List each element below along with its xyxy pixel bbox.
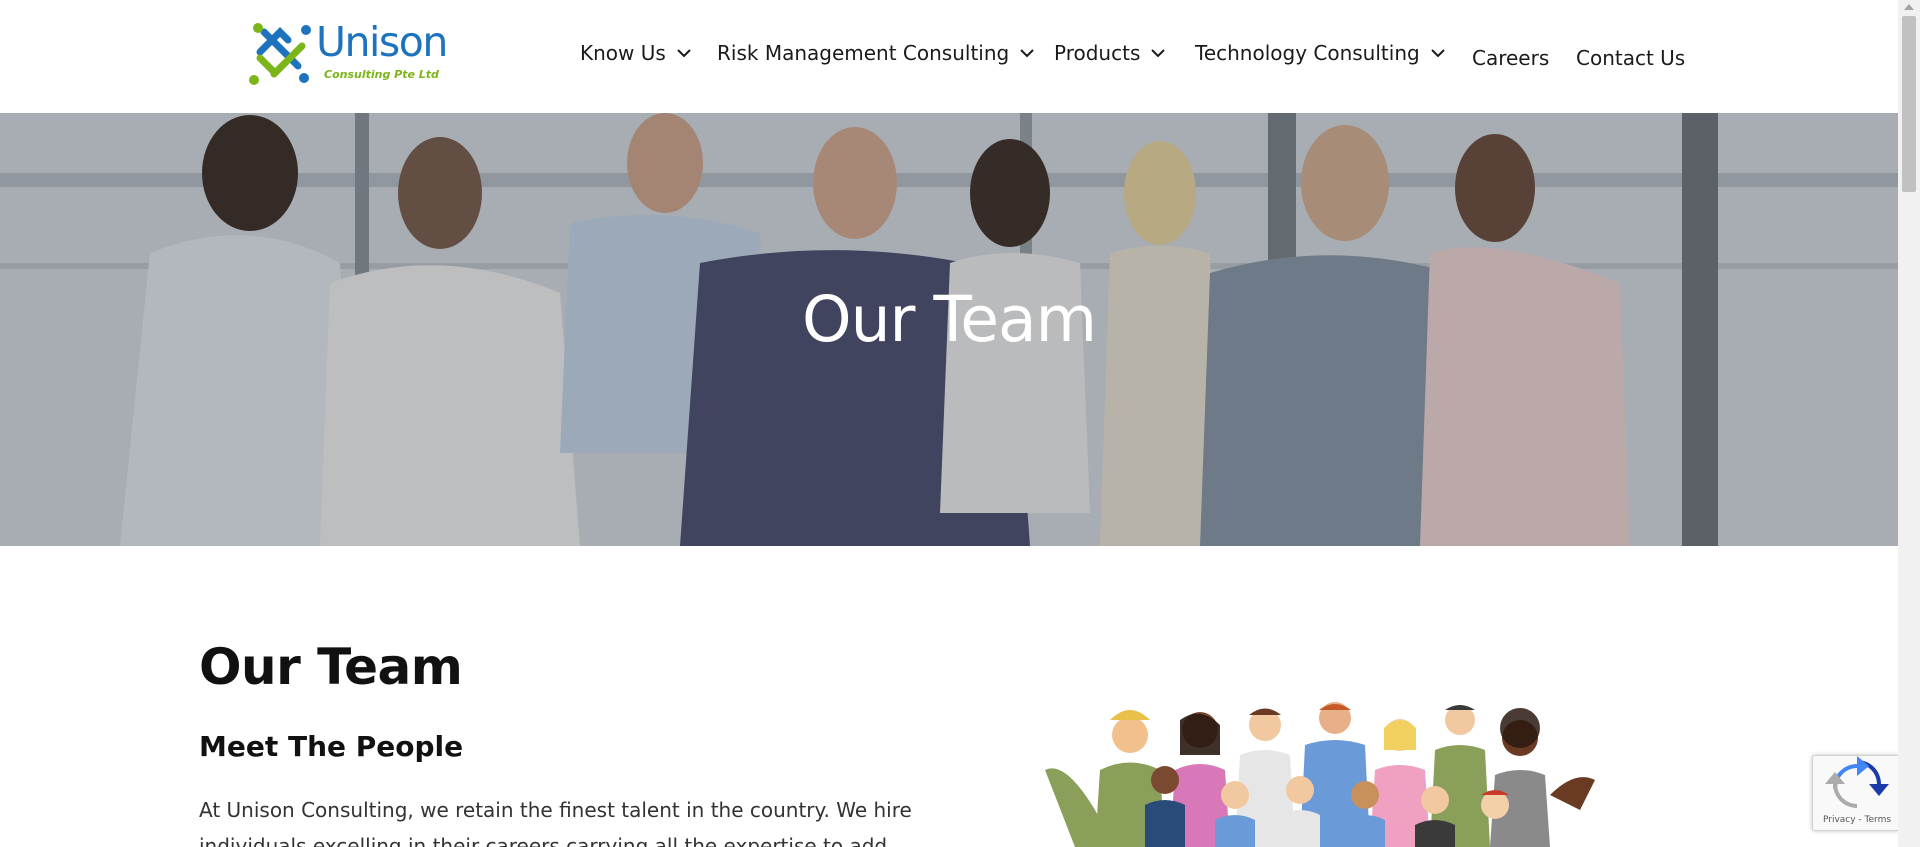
chevron-down-icon bbox=[1151, 49, 1166, 58]
main-nav: Know Us Risk Management Consulting Produ… bbox=[0, 0, 1898, 113]
crowd-illustration-icon bbox=[1045, 702, 1595, 847]
recaptcha-links[interactable]: Privacy - Terms bbox=[1813, 815, 1901, 825]
chevron-down-icon bbox=[677, 49, 691, 58]
nav-item-label: Technology Consulting bbox=[1195, 41, 1420, 65]
nav-item-label: Careers bbox=[1472, 46, 1550, 70]
nav-item-risk-management-consulting[interactable]: Risk Management Consulting bbox=[717, 38, 1036, 68]
nav-item-contact-us[interactable]: Contact Us bbox=[1576, 43, 1685, 73]
nav-item-label: Know Us bbox=[580, 41, 666, 65]
nav-item-know-us[interactable]: Know Us bbox=[580, 38, 693, 68]
chevron-down-icon bbox=[1430, 49, 1445, 58]
scroll-thumb[interactable] bbox=[1902, 16, 1916, 192]
page-scrollbar[interactable] bbox=[1898, 0, 1920, 847]
nav-item-products[interactable]: Products bbox=[1054, 38, 1167, 68]
recaptcha-badge[interactable]: Privacy - Terms bbox=[1812, 755, 1900, 831]
page-title: Our Team bbox=[199, 638, 463, 696]
nav-item-label: Contact Us bbox=[1576, 46, 1686, 70]
people-illustration bbox=[1035, 700, 1615, 847]
section-subtitle: Meet The People bbox=[199, 730, 464, 763]
nav-item-label: Risk Management Consulting bbox=[717, 41, 1010, 65]
site-header: Unison Consulting Pte Ltd Know Us Risk M… bbox=[0, 0, 1898, 113]
nav-item-label: Products bbox=[1054, 41, 1141, 65]
nav-item-technology-consulting[interactable]: Technology Consulting bbox=[1195, 38, 1447, 68]
hero-title: Our Team bbox=[802, 283, 1097, 356]
intro-paragraph: At Unison Consulting, we retain the fine… bbox=[199, 798, 912, 847]
recaptcha-icon bbox=[1825, 756, 1889, 808]
scroll-up-arrow-icon[interactable] bbox=[1904, 4, 1914, 10]
hero-banner: Our Team bbox=[0, 113, 1898, 546]
chevron-down-icon bbox=[1020, 49, 1034, 58]
nav-item-careers[interactable]: Careers bbox=[1472, 43, 1549, 73]
